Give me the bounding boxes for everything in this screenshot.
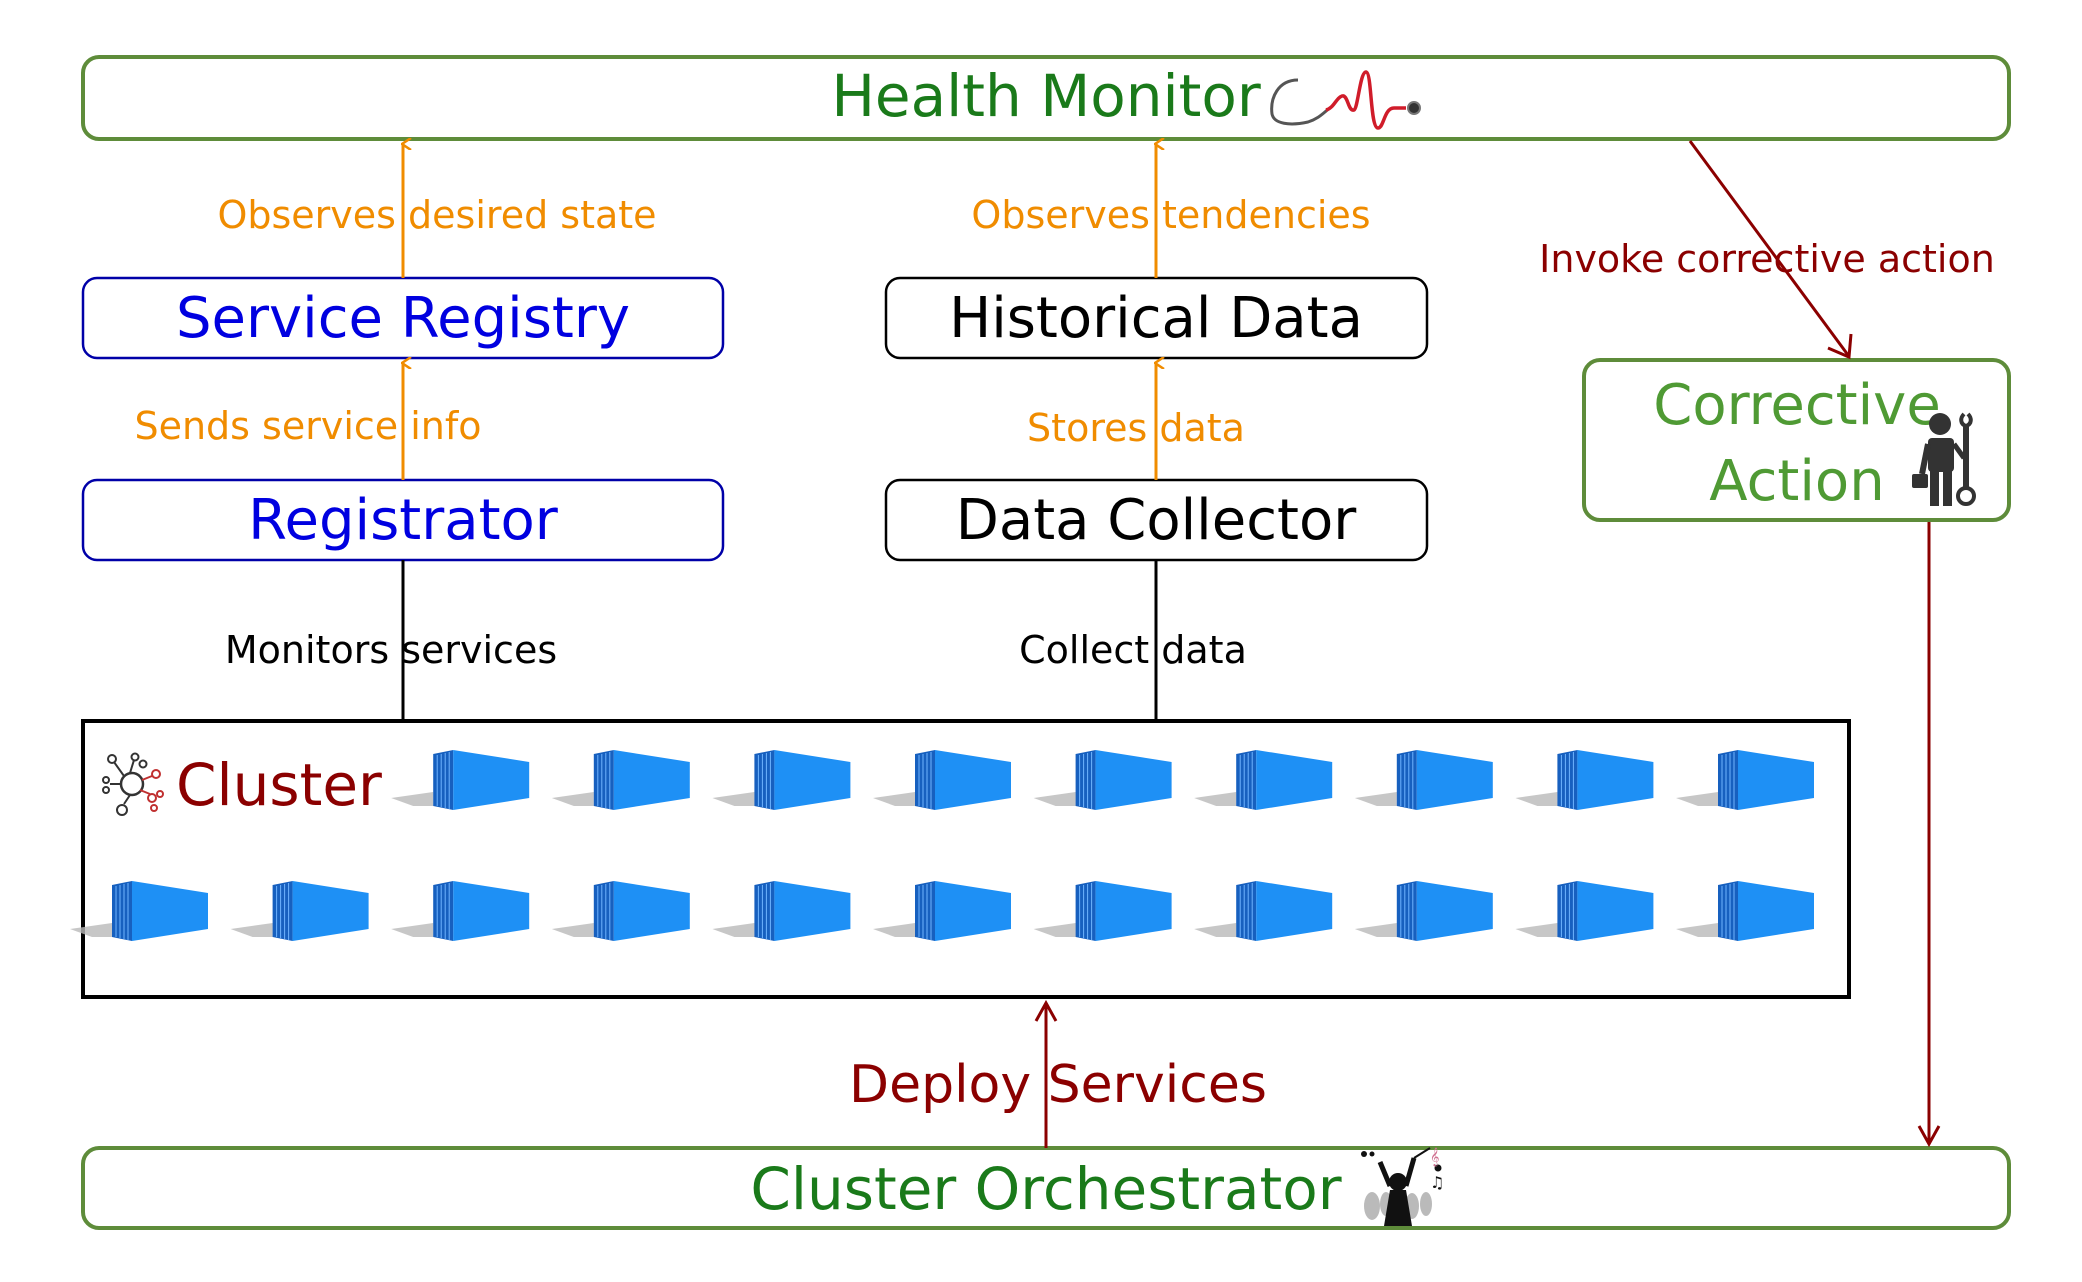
edge-collect-data: Collect data: [1019, 560, 1247, 721]
architecture-diagram: Health Monitor Service Registry Historic…: [69, 55, 2011, 1230]
deploy-services-label: Deploy Services: [849, 1055, 1267, 1115]
data-collector-label: Data Collector: [956, 488, 1357, 553]
health-monitor-label: Health Monitor: [831, 62, 1261, 130]
historical-data-label: Historical Data: [949, 286, 1363, 351]
historical-data-node[interactable]: Historical Data: [884, 276, 1429, 360]
observes-tendencies-label: Observes tendencies: [971, 193, 1370, 237]
cluster-orchestrator-node[interactable]: Cluster Orchestrator 𝄞 ♫: [81, 1146, 2011, 1230]
registrator-node[interactable]: Registrator: [81, 478, 725, 562]
corrective-action-label-line2: Action: [1709, 449, 1884, 514]
edge-deploy-services: Deploy Services: [849, 999, 1267, 1148]
svg-text:♫: ♫: [1430, 1173, 1444, 1192]
edge-monitors-services: Monitors services: [225, 560, 557, 721]
edge-stores-data: Stores data: [1027, 363, 1245, 480]
collect-data-label: Collect data: [1019, 628, 1247, 672]
svg-text:𝄞: 𝄞: [1430, 1147, 1439, 1167]
health-monitor-node[interactable]: Health Monitor: [81, 55, 2011, 141]
registrator-label: Registrator: [248, 488, 559, 553]
edge-observes-desired-state: Observes desired state: [217, 144, 657, 278]
corrective-action-node[interactable]: Corrective Action: [1582, 358, 2011, 522]
containers-row-1: [390, 749, 1815, 811]
sends-service-info-label: Sends service info: [134, 404, 481, 448]
monitors-services-label: Monitors services: [225, 628, 557, 672]
invoke-corrective-action-label: Invoke corrective action: [1539, 237, 1995, 281]
cluster-node[interactable]: Cluster: [69, 719, 1851, 999]
edge-invoke-corrective-action: Invoke corrective action: [1539, 140, 1995, 360]
data-collector-node[interactable]: Data Collector: [884, 478, 1429, 562]
edge-observes-tendencies: Observes tendencies: [971, 144, 1371, 278]
edge-corrective-to-orchestrator: [1917, 522, 1941, 1148]
observes-desired-state-label: Observes desired state: [217, 193, 656, 237]
service-registry-node[interactable]: Service Registry: [81, 276, 725, 360]
stores-data-label: Stores data: [1027, 406, 1245, 450]
cluster-label: Cluster: [176, 751, 382, 819]
cluster-orchestrator-label: Cluster Orchestrator: [750, 1155, 1341, 1223]
edge-sends-service-info: Sends service info: [134, 363, 482, 480]
service-registry-label: Service Registry: [176, 286, 630, 351]
corrective-action-label-line1: Corrective: [1653, 373, 1941, 438]
